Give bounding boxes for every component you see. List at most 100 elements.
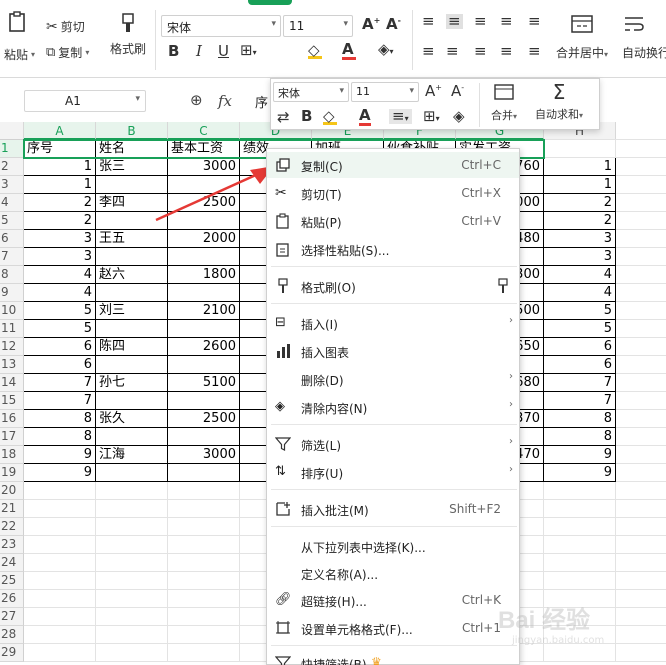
menu-item-format-painter[interactable]: 格式刷(O) (267, 273, 519, 299)
cell-seq[interactable]: 8 (24, 428, 96, 446)
cell-name[interactable] (96, 428, 168, 446)
cell-helper[interactable]: 9 (544, 446, 616, 464)
cell-seq[interactable]: 2 (24, 194, 96, 212)
cell-seq[interactable]: 2 (24, 212, 96, 230)
header-cell[interactable]: 序号 (24, 140, 96, 158)
cell-name[interactable]: 刘三 (96, 302, 168, 320)
distributed-icon[interactable]: ≡ (528, 44, 541, 59)
name-box[interactable]: A1 ▾ (24, 90, 146, 112)
cell-name[interactable] (96, 248, 168, 266)
decrease-font-icon[interactable]: A- (451, 84, 464, 99)
column-header[interactable]: A (24, 122, 96, 140)
cell-base-salary[interactable] (168, 392, 240, 410)
menu-item-define-name[interactable]: 定义名称(A)... (267, 560, 519, 586)
cell-helper[interactable]: 8 (544, 428, 616, 446)
font-color-icon[interactable]: A (359, 108, 371, 126)
cell-base-salary[interactable]: 1800 (168, 266, 240, 284)
row-header[interactable]: 16 (0, 410, 24, 428)
cell-base-salary[interactable]: 2600 (168, 338, 240, 356)
cell-seq[interactable]: 5 (24, 320, 96, 338)
cell-name[interactable]: 江海 (96, 446, 168, 464)
row-header[interactable]: 9 (0, 284, 24, 302)
justify-icon[interactable]: ≡ (500, 44, 513, 59)
italic-icon[interactable]: I (196, 44, 202, 59)
align-middle-icon[interactable]: ≡ (446, 14, 463, 29)
menu-item-clear[interactable]: ◈ 清除内容(N) › (267, 394, 519, 420)
align-bottom-icon[interactable]: ≡ (474, 14, 487, 29)
cell-seq[interactable]: 3 (24, 248, 96, 266)
cell-name[interactable] (96, 284, 168, 302)
paste-button[interactable] (6, 10, 30, 34)
row-header[interactable]: 24 (0, 554, 24, 572)
row-header[interactable]: 6 (0, 230, 24, 248)
cell-helper[interactable]: 6 (544, 338, 616, 356)
menu-item-format-cells[interactable]: 设置单元格格式(F)... Ctrl+1 (267, 615, 519, 641)
cell-base-salary[interactable] (168, 428, 240, 446)
cell-name[interactable]: 赵六 (96, 266, 168, 284)
cell-helper[interactable]: 1 (544, 176, 616, 194)
menu-item-sort[interactable]: ⇅ 排序(U) › (267, 459, 519, 485)
row-header[interactable]: 26 (0, 590, 24, 608)
header-cell[interactable]: 姓名 (96, 140, 168, 158)
row-header[interactable]: 2 (0, 158, 24, 176)
cell-name[interactable] (96, 356, 168, 374)
mini-merge-button[interactable]: 合并▾ (491, 83, 517, 123)
cell-seq[interactable]: 9 (24, 464, 96, 482)
column-header[interactable]: B (96, 122, 168, 140)
cell-name[interactable] (96, 320, 168, 338)
font-name-combo[interactable]: 宋体 ▾ (161, 15, 281, 37)
menu-item-insert[interactable]: ⊟ 插入(I) › (267, 310, 519, 336)
cell-seq[interactable]: 1 (24, 176, 96, 194)
fx-label[interactable]: fx (218, 92, 232, 110)
menu-item-insert-comment[interactable]: 插入批注(M) Shift+F2 (267, 496, 519, 522)
row-header[interactable]: 1 (0, 140, 24, 158)
format-painter-button[interactable]: 格式刷 (110, 12, 146, 57)
font-size-combo[interactable]: 11 ▾ (283, 15, 353, 37)
cell-base-salary[interactable] (168, 248, 240, 266)
zoom-icon[interactable]: ⊕ (190, 91, 203, 109)
cell-helper[interactable]: 2 (544, 212, 616, 230)
cell-seq[interactable]: 4 (24, 284, 96, 302)
cell-helper[interactable]: 3 (544, 248, 616, 266)
cell-helper[interactable]: 8 (544, 410, 616, 428)
row-header[interactable]: 25 (0, 572, 24, 590)
cell-base-salary[interactable] (168, 320, 240, 338)
outdent-icon[interactable]: ≡ (528, 14, 541, 29)
menu-item-delete[interactable]: 删除(D) › (267, 366, 519, 392)
row-header[interactable]: 29 (0, 644, 24, 662)
brush-icon[interactable] (495, 278, 511, 294)
cell-seq[interactable]: 1 (24, 158, 96, 176)
align-middle-icon[interactable]: ≡▾ (389, 109, 412, 124)
cell-seq[interactable]: 7 (24, 374, 96, 392)
row-header[interactable]: 28 (0, 626, 24, 644)
cell-base-salary[interactable] (168, 356, 240, 374)
font-color-icon[interactable]: A (342, 42, 356, 60)
cell-helper[interactable]: 6 (544, 356, 616, 374)
cell-seq[interactable]: 3 (24, 230, 96, 248)
cell-base-salary[interactable]: 3000 (168, 446, 240, 464)
cell-seq[interactable]: 6 (24, 356, 96, 374)
increase-font-icon[interactable]: A+ (425, 84, 442, 99)
row-header[interactable]: 7 (0, 248, 24, 266)
eraser-icon[interactable]: ◈▾ (378, 42, 394, 57)
underline-icon[interactable]: U (218, 44, 229, 59)
row-header[interactable]: 8 (0, 266, 24, 284)
row-header[interactable]: 21 (0, 500, 24, 518)
increase-font-icon[interactable]: A+ (362, 17, 380, 32)
menu-item-filter[interactable]: 筛选(L) › (267, 431, 519, 457)
row-header[interactable]: 12 (0, 338, 24, 356)
cell-name[interactable]: 陈四 (96, 338, 168, 356)
menu-item-cut[interactable]: ✂ 剪切(T) Ctrl+X (267, 180, 519, 206)
fill-color-icon[interactable]: ◇ (323, 109, 337, 125)
cut-button[interactable]: ✂ 剪切 (46, 18, 85, 35)
menu-item-quick-filter[interactable]: 快捷筛选(B) ♛ (267, 650, 519, 665)
row-header[interactable]: 3 (0, 176, 24, 194)
align-left-icon[interactable]: ≡ (422, 44, 435, 59)
border-icon[interactable]: ⊞▾ (423, 109, 440, 124)
row-header[interactable]: 23 (0, 536, 24, 554)
cell-helper[interactable]: 7 (544, 374, 616, 392)
menu-item-pick-from-list[interactable]: 从下拉列表中选择(K)... (267, 533, 519, 559)
menu-item-hyperlink[interactable]: 🔗︎ 超链接(H)... Ctrl+K (267, 587, 519, 613)
cell-name[interactable]: 孙七 (96, 374, 168, 392)
row-header[interactable]: 20 (0, 482, 24, 500)
